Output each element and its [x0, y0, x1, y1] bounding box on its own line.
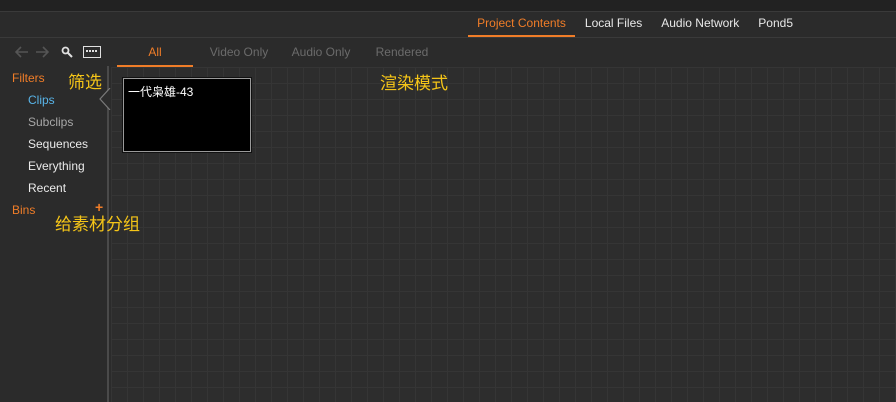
- search-icon[interactable]: [61, 46, 73, 58]
- sidebar-item-clips[interactable]: Clips: [28, 93, 55, 107]
- tab-audio-only[interactable]: Audio Only: [284, 40, 358, 67]
- tab-local-files[interactable]: Local Files: [576, 12, 651, 37]
- filters-header: Filters: [12, 71, 45, 85]
- arrow-left-icon[interactable]: [15, 46, 29, 58]
- tab-pond5[interactable]: Pond5: [749, 12, 802, 37]
- tab-video-only[interactable]: Video Only: [198, 40, 280, 67]
- sidebar-item-sequences[interactable]: Sequences: [28, 137, 88, 151]
- media-filter-tabs: All Video Only Audio Only Rendered: [117, 40, 442, 67]
- keyboard-view-icon[interactable]: [83, 46, 101, 58]
- sidebar-item-everything[interactable]: Everything: [28, 159, 85, 173]
- window-top-strip: [0, 0, 896, 12]
- clip-thumbnail[interactable]: 一代枭雄-43: [122, 77, 252, 153]
- tab-all[interactable]: All: [117, 40, 193, 67]
- sidebar-item-subclips[interactable]: Subclips: [28, 115, 73, 129]
- tab-rendered[interactable]: Rendered: [362, 40, 442, 67]
- annotation-group: 给素材分组: [55, 215, 140, 234]
- sidebar-item-recent[interactable]: Recent: [28, 181, 66, 195]
- arrow-right-icon[interactable]: [35, 46, 49, 58]
- annotation-render-mode: 渲染模式: [380, 74, 448, 93]
- source-tab-bar: Project Contents Local Files Audio Netwo…: [467, 12, 896, 37]
- tab-audio-network[interactable]: Audio Network: [652, 12, 748, 37]
- clip-name: 一代枭雄-43: [128, 85, 194, 99]
- tab-project-contents[interactable]: Project Contents: [468, 12, 575, 37]
- toolbar-divider: [0, 37, 896, 38]
- nav-tools: [15, 44, 110, 60]
- bins-header: Bins: [12, 203, 36, 217]
- annotation-filter: 筛选: [68, 73, 102, 92]
